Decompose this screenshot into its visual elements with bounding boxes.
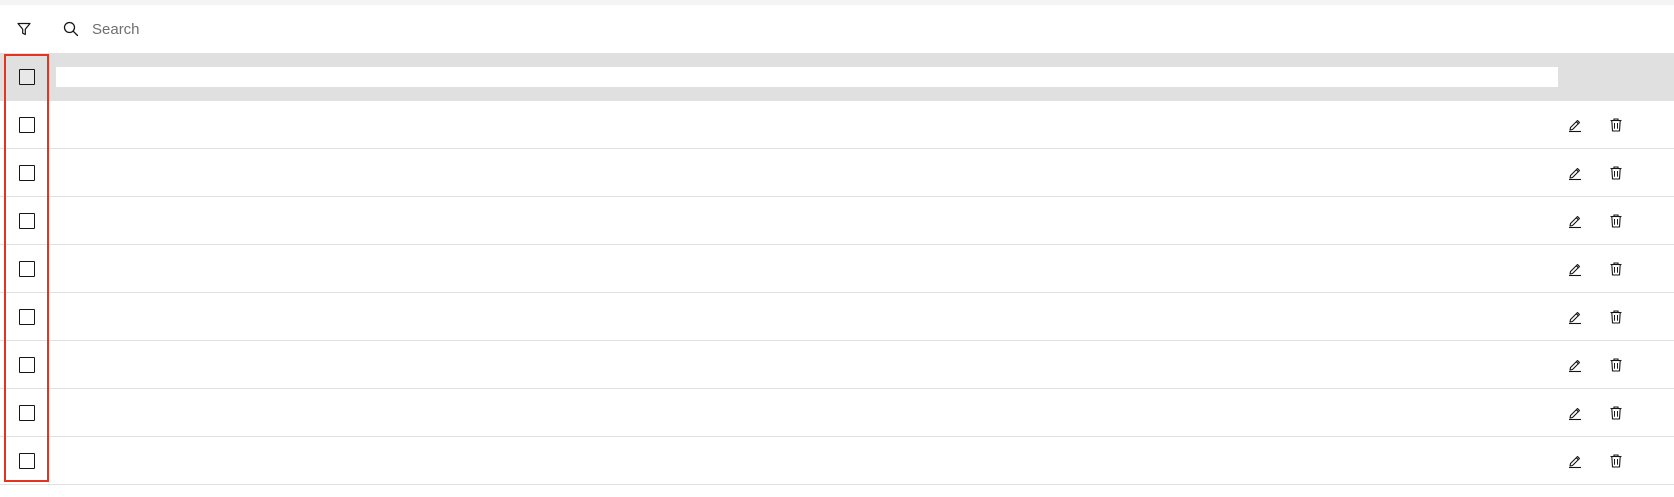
delete-button[interactable] xyxy=(1604,401,1628,425)
row-select-cell xyxy=(4,389,50,437)
row-select-cell xyxy=(4,197,50,245)
edit-icon xyxy=(1569,359,1581,373)
edit-icon xyxy=(1569,167,1581,181)
row-checkbox[interactable] xyxy=(19,405,35,421)
row-content xyxy=(56,149,1536,197)
table-row[interactable] xyxy=(0,197,1674,245)
delete-button[interactable] xyxy=(1604,449,1628,473)
table-toolbar xyxy=(0,5,1674,53)
row-content xyxy=(56,389,1536,437)
row-checkbox[interactable] xyxy=(19,309,35,325)
trash-icon xyxy=(1610,214,1622,228)
trash-icon xyxy=(1610,166,1622,180)
edit-button[interactable] xyxy=(1563,209,1587,233)
edit-icon xyxy=(1569,119,1581,133)
table-header-row xyxy=(0,53,1674,101)
table-row[interactable] xyxy=(0,341,1674,389)
edit-button[interactable] xyxy=(1563,353,1587,377)
row-content xyxy=(56,245,1536,293)
row-checkbox[interactable] xyxy=(19,357,35,373)
data-table xyxy=(0,53,1674,485)
table-row[interactable] xyxy=(0,389,1674,437)
row-content xyxy=(56,437,1536,485)
edit-button[interactable] xyxy=(1563,401,1587,425)
row-checkbox[interactable] xyxy=(19,165,35,181)
row-checkbox[interactable] xyxy=(19,117,35,133)
delete-button[interactable] xyxy=(1604,353,1628,377)
edit-button[interactable] xyxy=(1563,305,1587,329)
row-content xyxy=(56,341,1536,389)
row-content xyxy=(56,101,1536,149)
filter-button[interactable] xyxy=(8,13,40,45)
trash-icon xyxy=(1610,406,1622,420)
delete-button[interactable] xyxy=(1604,305,1628,329)
row-select-cell xyxy=(4,341,50,389)
row-select-cell xyxy=(4,437,50,485)
filter-icon xyxy=(17,22,31,36)
table-row[interactable] xyxy=(0,101,1674,149)
delete-button[interactable] xyxy=(1604,161,1628,185)
edit-icon xyxy=(1569,455,1581,469)
select-all-cell xyxy=(4,53,50,101)
row-content xyxy=(56,197,1536,245)
row-checkbox[interactable] xyxy=(19,213,35,229)
select-all-checkbox[interactable] xyxy=(19,69,35,85)
trash-icon xyxy=(1610,310,1622,324)
row-checkbox[interactable] xyxy=(19,453,35,469)
delete-button[interactable] xyxy=(1604,113,1628,137)
edit-icon xyxy=(1569,263,1581,277)
edit-icon xyxy=(1569,311,1581,325)
table-header-cell xyxy=(56,67,1558,87)
row-select-cell xyxy=(4,245,50,293)
delete-button[interactable] xyxy=(1604,209,1628,233)
delete-button[interactable] xyxy=(1604,257,1628,281)
row-content xyxy=(56,293,1536,341)
search-input[interactable] xyxy=(92,15,1632,43)
edit-button[interactable] xyxy=(1563,113,1587,137)
trash-icon xyxy=(1610,262,1622,276)
edit-icon xyxy=(1569,215,1581,229)
table-row[interactable] xyxy=(0,149,1674,197)
edit-button[interactable] xyxy=(1563,257,1587,281)
table-row[interactable] xyxy=(0,437,1674,485)
row-select-cell xyxy=(4,293,50,341)
trash-icon xyxy=(1610,118,1622,132)
search-icon xyxy=(63,21,79,37)
trash-icon xyxy=(1610,454,1622,468)
row-select-cell xyxy=(4,101,50,149)
trash-icon xyxy=(1610,358,1622,372)
edit-button[interactable] xyxy=(1563,161,1587,185)
row-checkbox[interactable] xyxy=(19,261,35,277)
table-row[interactable] xyxy=(0,245,1674,293)
table-row[interactable] xyxy=(0,293,1674,341)
row-select-cell xyxy=(4,149,50,197)
edit-button[interactable] xyxy=(1563,449,1587,473)
edit-icon xyxy=(1569,407,1581,421)
table-body xyxy=(0,101,1674,485)
